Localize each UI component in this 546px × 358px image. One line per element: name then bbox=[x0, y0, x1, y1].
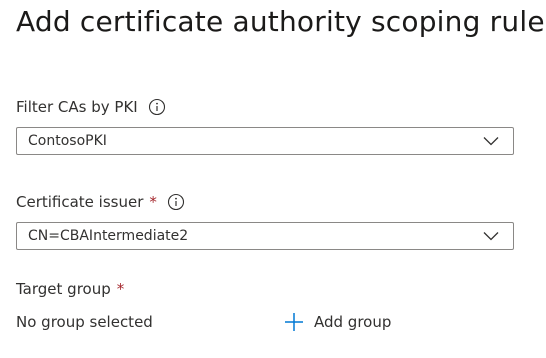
filter-cas-selected-value: ContosoPKI bbox=[28, 133, 107, 149]
target-group-label: Target group bbox=[16, 280, 111, 298]
filter-cas-dropdown[interactable]: ContosoPKI bbox=[16, 127, 514, 155]
certificate-issuer-label: Certificate issuer bbox=[16, 193, 144, 211]
add-group-label: Add group bbox=[314, 313, 392, 331]
filter-cas-label-row: Filter CAs by PKI bbox=[16, 97, 166, 117]
certificate-issuer-label-row: Certificate issuer * bbox=[16, 192, 185, 212]
filter-cas-label: Filter CAs by PKI bbox=[16, 98, 138, 116]
certificate-issuer-selected-value: CN=CBAIntermediate2 bbox=[28, 228, 189, 244]
add-group-button[interactable]: Add group bbox=[284, 311, 391, 333]
plus-icon bbox=[284, 312, 304, 332]
certificate-issuer-dropdown[interactable]: CN=CBAIntermediate2 bbox=[16, 222, 514, 250]
chevron-down-icon bbox=[481, 131, 501, 151]
page-title: Add certificate authority scoping rule bbox=[16, 5, 545, 38]
info-icon[interactable] bbox=[148, 98, 166, 116]
target-group-label-row: Target group * bbox=[16, 279, 124, 299]
scoping-rule-panel: Add certificate authority scoping rule F… bbox=[0, 0, 546, 358]
chevron-down-icon bbox=[481, 226, 501, 246]
info-icon[interactable] bbox=[167, 193, 185, 211]
required-marker: * bbox=[149, 193, 157, 211]
no-group-selected-text: No group selected bbox=[16, 313, 153, 331]
required-marker: * bbox=[116, 280, 125, 298]
